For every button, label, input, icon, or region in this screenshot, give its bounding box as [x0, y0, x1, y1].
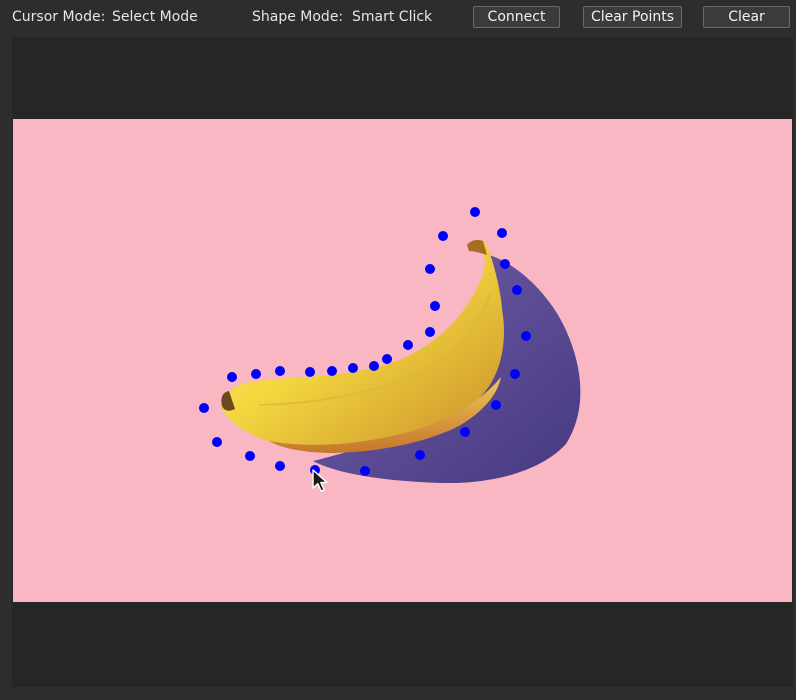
- banana-image[interactable]: [13, 119, 792, 602]
- clear-points-button[interactable]: Clear Points: [583, 6, 682, 28]
- annotation-point[interactable]: [425, 327, 435, 337]
- annotation-point[interactable]: [348, 363, 358, 373]
- clear-button[interactable]: Clear: [703, 6, 790, 28]
- annotation-point[interactable]: [227, 372, 237, 382]
- annotation-point[interactable]: [470, 207, 480, 217]
- annotation-point[interactable]: [275, 366, 285, 376]
- annotation-point[interactable]: [245, 451, 255, 461]
- annotation-point[interactable]: [491, 400, 501, 410]
- annotation-point[interactable]: [425, 264, 435, 274]
- annotation-point[interactable]: [460, 427, 470, 437]
- annotation-point[interactable]: [521, 331, 531, 341]
- connect-button[interactable]: Connect: [473, 6, 560, 28]
- annotation-point[interactable]: [199, 403, 209, 413]
- annotation-point[interactable]: [512, 285, 522, 295]
- annotation-point[interactable]: [500, 259, 510, 269]
- annotation-point[interactable]: [510, 369, 520, 379]
- annotation-point[interactable]: [212, 437, 222, 447]
- mouse-pointer-icon: [312, 469, 328, 492]
- banana-illustration: [13, 119, 792, 602]
- annotation-point[interactable]: [369, 361, 379, 371]
- cursor-mode-label: Cursor Mode:: [12, 9, 106, 25]
- annotation-point[interactable]: [327, 366, 337, 376]
- annotation-point[interactable]: [275, 461, 285, 471]
- annotation-point[interactable]: [382, 354, 392, 364]
- shape-mode-value: Smart Click: [352, 9, 433, 25]
- app-window: Cursor Mode: Select Mode Shape Mode: Sma…: [0, 0, 796, 700]
- annotation-point[interactable]: [497, 228, 507, 238]
- annotation-point[interactable]: [360, 466, 370, 476]
- shape-mode-label: Shape Mode:: [252, 9, 344, 25]
- annotation-point[interactable]: [415, 450, 425, 460]
- annotation-point[interactable]: [430, 301, 440, 311]
- toolbar: Cursor Mode: Select Mode Shape Mode: Sma…: [0, 0, 796, 36]
- cursor-mode-value: Select Mode: [112, 9, 198, 25]
- annotation-point[interactable]: [305, 367, 315, 377]
- annotation-point[interactable]: [438, 231, 448, 241]
- annotation-point[interactable]: [403, 340, 413, 350]
- annotation-point[interactable]: [251, 369, 261, 379]
